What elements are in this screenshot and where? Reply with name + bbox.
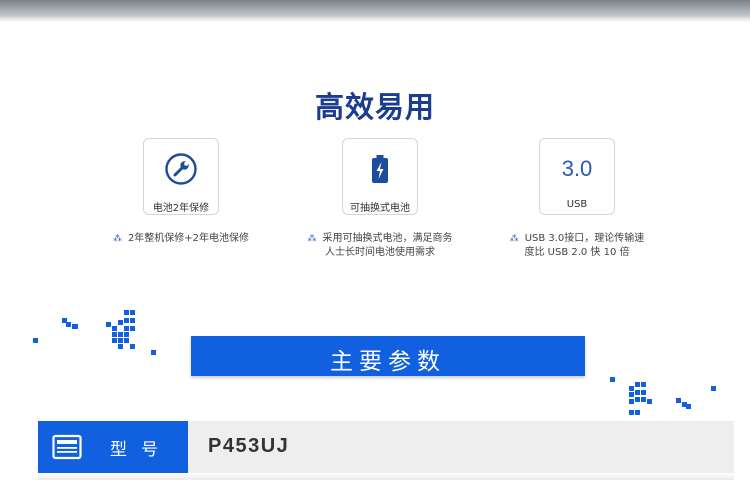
- divider: [38, 473, 734, 480]
- spec-value: P453UJ: [208, 435, 290, 457]
- monitor-icon: [52, 434, 82, 460]
- feature-description: ⁂ 采用可抽换式电池，满足商务 人士长时间电池使用需求: [307, 233, 453, 258]
- feature-warranty: 电池2年保修 ⁂ 2年整机保修+2年电池保修: [81, 138, 281, 278]
- spec-row-model: 型号 P453UJ: [38, 421, 734, 473]
- usb-version-text: 3.0: [561, 156, 593, 181]
- wrench-icon: [144, 151, 218, 187]
- spec-label: 型号: [110, 440, 172, 460]
- feature-description: ⁂ USB 3.0接口，理论传输速 度比 USB 2.0 快 10 倍: [509, 233, 645, 258]
- feature-description: ⁂ 2年整机保修+2年电池保修: [112, 233, 250, 244]
- feature-card-label: 电池2年保修: [152, 203, 210, 214]
- feature-card: 电池2年保修: [143, 138, 219, 215]
- top-banner-image: [0, 0, 750, 22]
- feature-card-label: 可抽换式电池: [350, 203, 410, 214]
- bullet-icon: ⁂: [307, 234, 317, 244]
- bullet-icon: ⁂: [112, 234, 122, 244]
- feature-card: 3.0 USB: [539, 138, 615, 215]
- feature-usb: 3.0 USB ⁂ USB 3.0接口，理论传输速 度比 USB 2.0 快 10…: [477, 138, 677, 278]
- feature-battery: 可抽换式电池 ⁂ 采用可抽换式电池，满足商务 人士长时间电池使用需求: [280, 138, 480, 278]
- feature-card: 可抽换式电池: [342, 138, 418, 215]
- feature-card-label: USB: [566, 199, 588, 210]
- spec-label-box: 型号: [38, 421, 188, 473]
- section-title: 高效易用: [314, 90, 435, 124]
- specs-heading-bar: 主要参数: [191, 336, 585, 376]
- bullet-icon: ⁂: [509, 234, 519, 244]
- battery-icon: [343, 151, 417, 187]
- specs-heading: 主要参数: [330, 349, 446, 375]
